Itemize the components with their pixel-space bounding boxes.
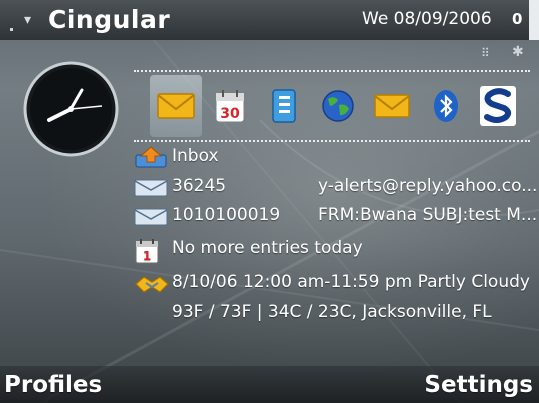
calendar-row-day: 1: [143, 249, 151, 263]
message-sender: 36245: [172, 176, 227, 196]
envelope-icon: [134, 208, 168, 226]
right-softkey-settings[interactable]: Settings: [424, 372, 533, 398]
message-row[interactable]: 1010100019 FRM:Bwana SUBJ:test M...: [134, 205, 537, 229]
envelope-icon: [157, 93, 195, 119]
calendar-day: 30: [220, 106, 240, 122]
message-preview: FRM:Bwana SUBJ:test M...: [318, 205, 538, 225]
calendar-icon: 30: [215, 90, 245, 123]
weather-line-1: 8/10/06 12:00 am-11:59 pm Partly Cloudy: [172, 272, 530, 292]
shortcut-email[interactable]: [366, 75, 418, 137]
weather-row[interactable]: 8/10/06 12:00 am-11:59 pm Partly Cloudy …: [134, 272, 530, 326]
inbox-icon: [135, 146, 167, 168]
inbox-row[interactable]: Inbox: [134, 146, 530, 170]
date-display: We 08/09/2006: [362, 9, 492, 29]
separator-middle: [134, 140, 530, 142]
weather-line-2: 93F / 73F | 34C / 23C, Jacksonville, FL: [172, 302, 492, 322]
separator-top: [134, 70, 530, 72]
contacts-icon: [272, 89, 296, 123]
shortcut-bluetooth[interactable]: [420, 75, 472, 137]
signal-indicator: [10, 28, 13, 31]
shortcut-web[interactable]: [312, 75, 364, 137]
scrollbar-edge: [529, 0, 539, 40]
calendar-icon: 1: [135, 239, 159, 264]
operator-name: Cingular: [48, 5, 171, 34]
envelope-icon: [374, 94, 410, 118]
inbox-title: Inbox: [172, 146, 219, 166]
calendar-status: No more entries today: [172, 238, 363, 258]
message-row[interactable]: 36245 y-alerts@reply.yahoo.co...: [134, 176, 537, 200]
calendar-row[interactable]: 1 No more entries today: [134, 238, 530, 264]
shortcut-calendar[interactable]: 30: [204, 75, 256, 137]
left-softkey-profiles[interactable]: Profiles: [4, 372, 102, 398]
shortcut-messaging[interactable]: [150, 75, 202, 137]
bluetooth-icon: [434, 90, 458, 122]
status-bar: ▾ Cingular We 08/09/2006 0: [0, 0, 539, 40]
shortcut-app[interactable]: [472, 75, 524, 137]
battery-indicator: 0: [512, 10, 523, 28]
envelope-icon: [134, 179, 168, 197]
bluetooth-status-icon: ✱: [512, 44, 524, 60]
antenna-icon: ▾: [24, 12, 32, 28]
home-screen: ▾ Cingular We 08/09/2006 0 ⠿ ✱ 30 Inbox …: [0, 0, 539, 403]
grid-icon: ⠿: [481, 46, 490, 60]
s-logo-icon: [480, 86, 516, 126]
handshake-icon: [135, 276, 169, 293]
message-preview: y-alerts@reply.yahoo.co...: [318, 176, 538, 196]
globe-icon: [322, 90, 354, 122]
analog-clock[interactable]: [22, 60, 120, 158]
shortcut-contacts[interactable]: [258, 75, 310, 137]
message-sender: 1010100019: [172, 205, 281, 225]
